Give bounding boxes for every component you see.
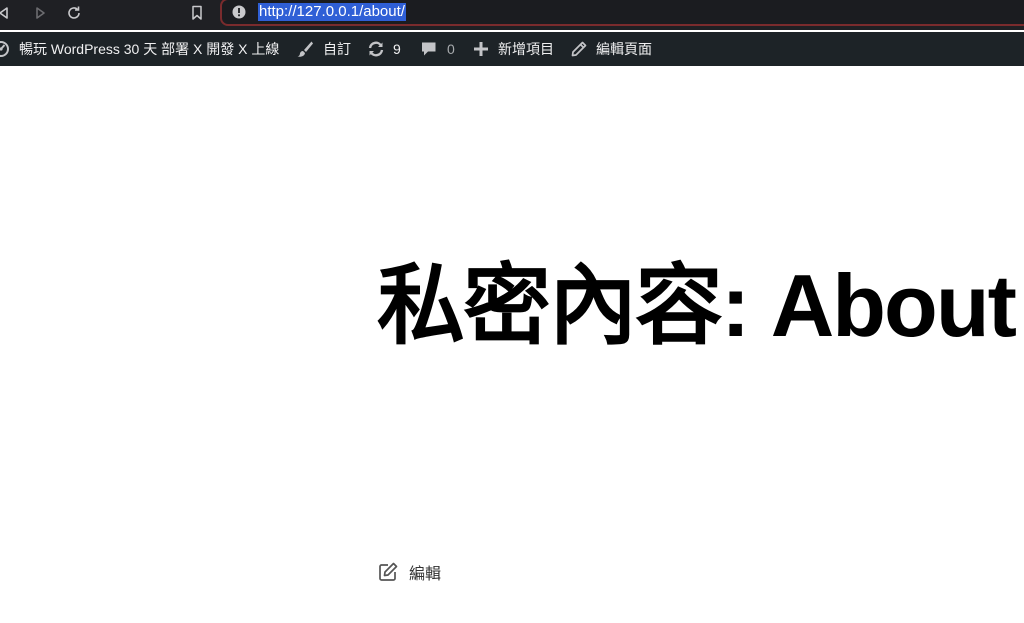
updates-menu[interactable]: 9	[367, 32, 401, 66]
page-title: 私密內容: About	[377, 256, 1017, 355]
reload-icon	[68, 6, 80, 19]
forward-button[interactable]	[30, 3, 50, 23]
paintbrush-icon	[297, 41, 313, 57]
site-info-icon[interactable]	[232, 5, 246, 19]
back-button[interactable]	[0, 3, 14, 23]
customize-label: 自訂	[323, 41, 351, 57]
url-text[interactable]: http://127.0.0.1/about/	[258, 3, 406, 21]
browser-toolbar: http://127.0.0.1/about/	[0, 0, 1024, 30]
pencil-icon	[571, 41, 587, 57]
edit-page-label: 編輯頁面	[596, 41, 652, 57]
site-name-menu[interactable]: 暢玩 WordPress 30 天 部署 X 開發 X 上線	[0, 32, 279, 66]
reload-button[interactable]	[64, 3, 84, 23]
comments-menu[interactable]: 0	[420, 32, 455, 66]
wp-admin-bar: 暢玩 WordPress 30 天 部署 X 開發 X 上線 自訂 9 0 新增…	[0, 32, 1024, 66]
forward-arrow-icon	[36, 7, 45, 19]
edit-icon	[379, 562, 398, 581]
updates-icon	[368, 41, 384, 57]
site-name-label: 暢玩 WordPress 30 天 部署 X 開發 X 上線	[19, 41, 280, 57]
plus-icon	[474, 42, 488, 56]
comment-bubble-icon	[422, 42, 436, 56]
bookmark-button[interactable]	[187, 3, 207, 23]
customize-menu[interactable]: 自訂	[296, 32, 351, 66]
new-item-menu[interactable]: 新增項目	[472, 32, 554, 66]
edit-post-link[interactable]: 編輯	[377, 560, 441, 584]
back-arrow-icon	[0, 7, 8, 19]
edit-link-label[interactable]: 編輯	[409, 560, 441, 584]
edit-page-menu[interactable]: 編輯頁面	[570, 32, 652, 66]
bookmark-icon	[192, 5, 202, 20]
comments-count: 0	[447, 41, 455, 57]
new-item-label: 新增項目	[498, 41, 554, 57]
updates-count: 9	[393, 41, 401, 57]
address-bar[interactable]: http://127.0.0.1/about/	[220, 0, 1024, 26]
dashboard-icon	[0, 41, 9, 57]
